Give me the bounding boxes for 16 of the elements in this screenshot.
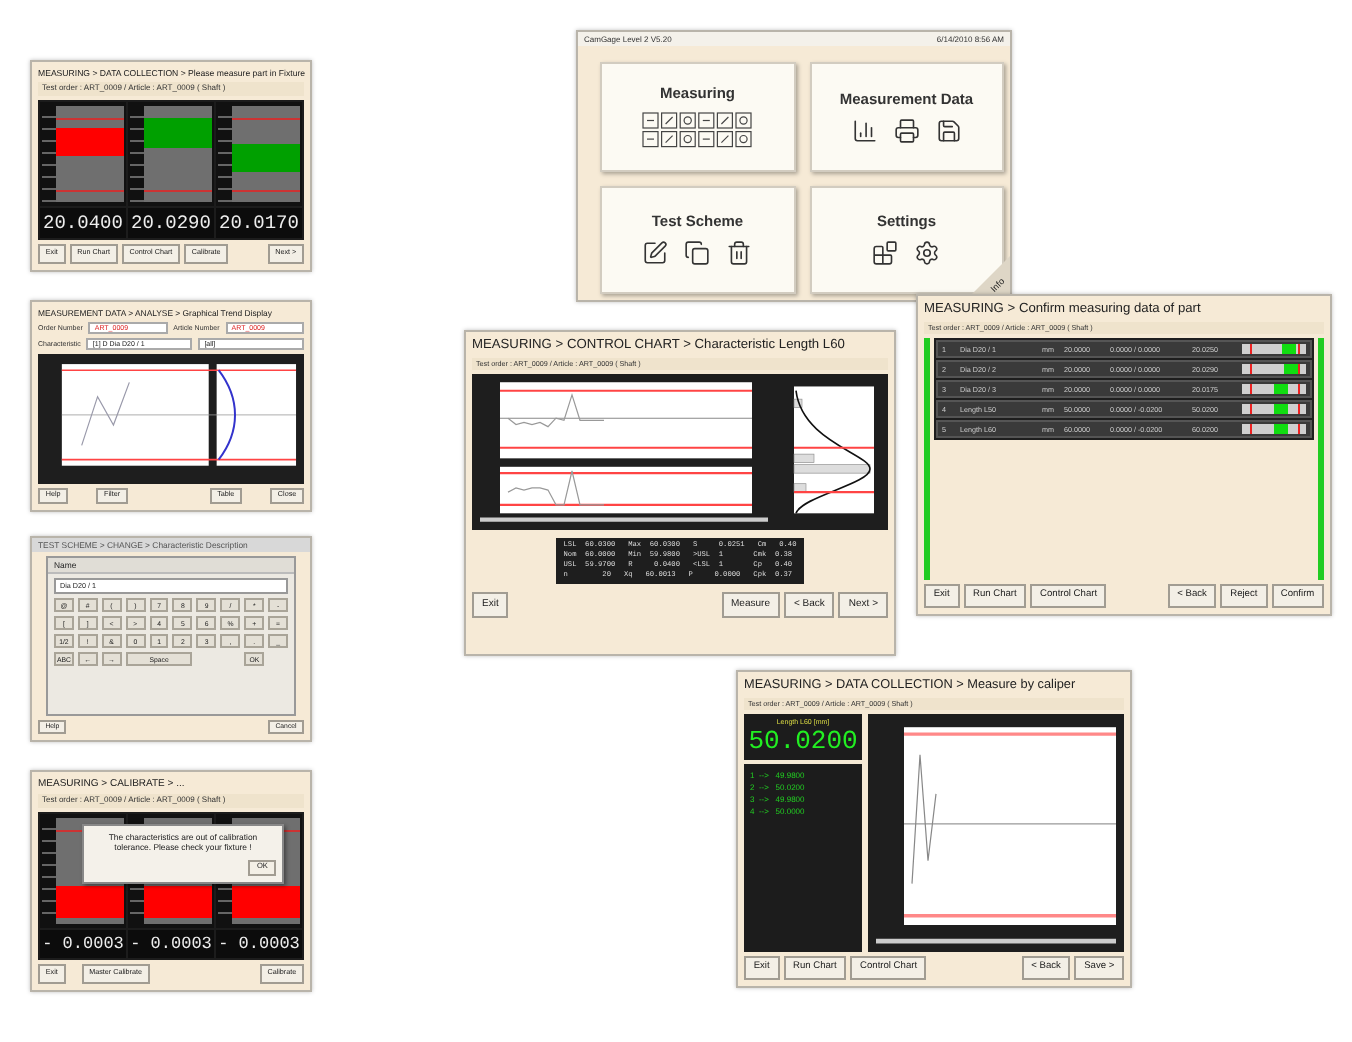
printer-icon[interactable] — [893, 117, 920, 144]
measured-value: - 0.0003 — [40, 930, 126, 958]
edit-icon[interactable] — [642, 240, 669, 267]
copy-icon[interactable] — [684, 240, 711, 267]
measured-value: 20.0290 — [128, 208, 214, 238]
measured-value: 20.0400 — [40, 208, 126, 238]
measured-value: 20.0170 — [216, 208, 302, 238]
settings-icon[interactable] — [914, 240, 941, 267]
trash-icon[interactable] — [726, 240, 753, 267]
save-icon[interactable] — [935, 117, 962, 144]
characteristic-symbols-drawing — [641, 112, 754, 149]
reading-value: 50.0200 — [748, 726, 858, 756]
bar-chart-icon[interactable] — [851, 117, 878, 144]
blocks-icon[interactable] — [872, 240, 899, 267]
measured-value: - 0.0003 — [216, 930, 302, 958]
measured-value: - 0.0003 — [128, 930, 214, 958]
